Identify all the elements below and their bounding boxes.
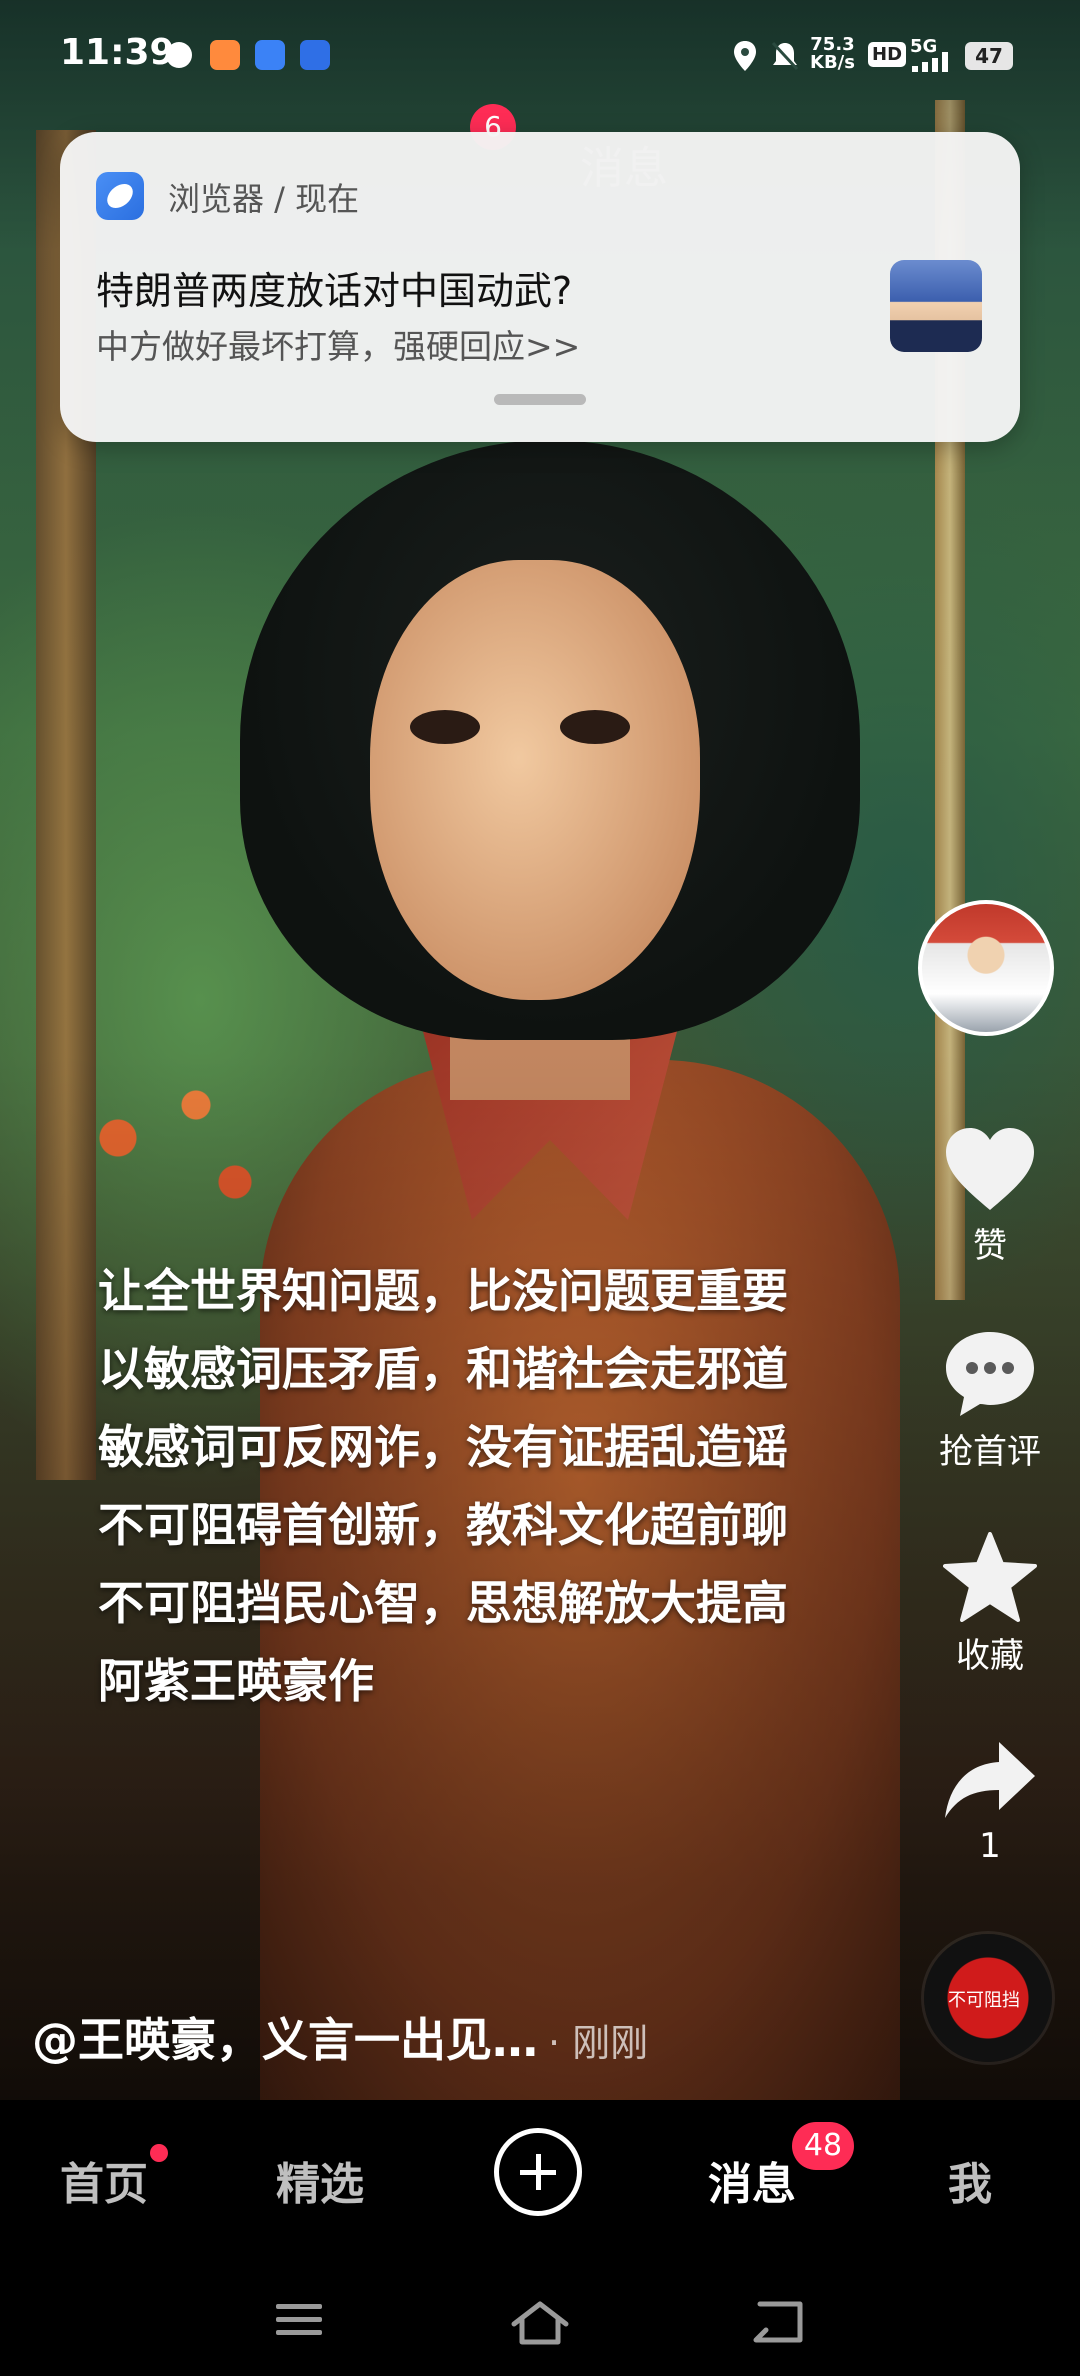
- share-button[interactable]: 1: [918, 1740, 1062, 1866]
- poem-line: 让全世界知问题，比没问题更重要: [98, 1264, 788, 1318]
- mute-bell-icon: [771, 41, 799, 71]
- app-status-icon: [210, 40, 240, 70]
- share-count: 1: [979, 1826, 1001, 1866]
- poem-line: 以敏感词压矛盾，和谐社会走邪道: [98, 1342, 788, 1396]
- notification-app-name: 浏览器 / 现在: [168, 180, 360, 218]
- clock: 11:39: [60, 32, 175, 73]
- heart-icon: [946, 1128, 1034, 1210]
- comment-button[interactable]: 抢首评: [918, 1330, 1062, 1473]
- battery-indicator: 47: [965, 42, 1013, 70]
- app-status-icon: [255, 40, 285, 70]
- browser-app-icon: [96, 172, 144, 220]
- comment-label: 抢首评: [939, 1432, 1041, 1472]
- poem-line: 不可阻碍首创新，教科文化超前聊: [98, 1498, 788, 1552]
- poem-line: 阿紫王暎豪作: [98, 1654, 374, 1708]
- menu-icon[interactable]: [272, 2300, 326, 2340]
- notification-thumbnail: [890, 260, 982, 352]
- music-disc[interactable]: 不可阻挡: [924, 1934, 1052, 2062]
- like-label: 赞: [973, 1226, 1007, 1266]
- poem-line: 敏感词可反网诈，没有证据乱造谣: [98, 1420, 788, 1474]
- notification-title: 特朗普两度放话对中国动武?: [96, 269, 573, 313]
- home-notification-dot: [150, 2144, 168, 2162]
- app-status-icon: [166, 42, 192, 68]
- baidu-status-icon: [300, 40, 330, 70]
- bottom-tab-bar: 首页 精选 消息 48 我: [0, 2100, 1080, 2376]
- favorite-label: 收藏: [956, 1636, 1024, 1676]
- hd-badge: HD: [868, 42, 907, 67]
- post-time: · 刚刚: [548, 2021, 649, 2065]
- notification-banner[interactable]: 浏览器 / 现在 特朗普两度放话对中国动武? 中方做好最坏打算，强硬回应>>: [60, 132, 1020, 442]
- messages-badge: 48: [792, 2122, 854, 2170]
- favorite-button[interactable]: 收藏: [918, 1532, 1062, 1677]
- tab-messages[interactable]: 消息: [708, 2148, 796, 2212]
- notification-drag-handle[interactable]: [494, 394, 586, 405]
- comment-icon: [946, 1332, 1034, 1416]
- location-icon: [734, 41, 756, 71]
- share-arrow-icon: [945, 1742, 1035, 1818]
- signal-icon: [912, 52, 948, 72]
- notification-body: 中方做好最坏打算，强硬回应>>: [96, 327, 581, 366]
- poem-line: 不可阻挡民心智，思想解放大提高: [98, 1576, 788, 1630]
- author-avatar[interactable]: [918, 900, 1054, 1036]
- status-bar: 11:39 75.3 KB/s HD 5G 47: [0, 0, 1080, 110]
- video-caption[interactable]: @王暎豪，义言一出见… · 刚刚: [32, 2004, 648, 2070]
- home-icon[interactable]: [510, 2300, 570, 2346]
- create-plus-button[interactable]: [494, 2128, 582, 2216]
- star-icon: [943, 1532, 1037, 1622]
- tab-featured[interactable]: 精选: [276, 2148, 364, 2212]
- like-button[interactable]: 赞: [918, 1126, 1062, 1267]
- video-overlay-text: 让全世界知问题，比没问题更重要 以敏感词压矛盾，和谐社会走邪道 敏感词可反网诈，…: [98, 1252, 788, 1720]
- disc-label: 不可阻挡: [948, 1990, 1020, 2011]
- net-speed-unit: KB/s: [810, 52, 855, 73]
- author-handle[interactable]: @王暎豪，义言一出见…: [32, 2013, 538, 2067]
- tab-home[interactable]: 首页: [60, 2148, 148, 2212]
- back-icon[interactable]: [750, 2300, 808, 2344]
- tab-me[interactable]: 我: [948, 2148, 992, 2212]
